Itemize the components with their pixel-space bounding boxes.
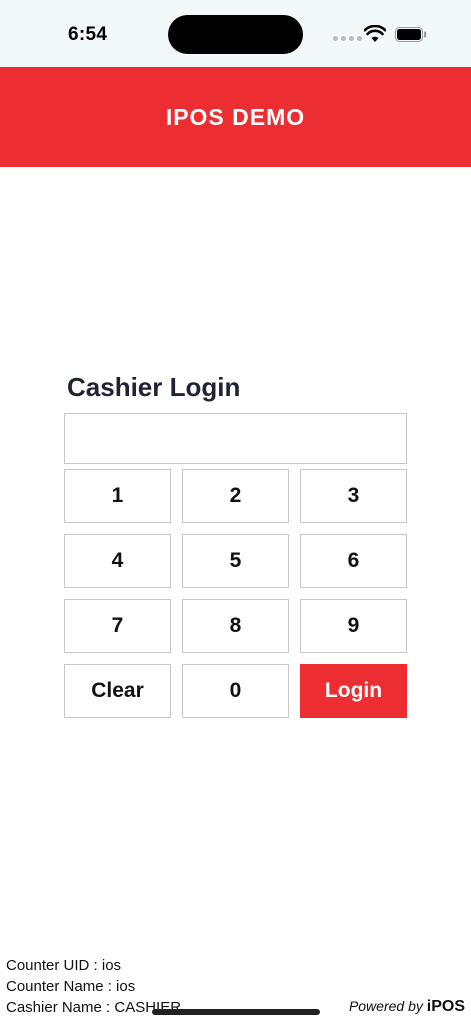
key-8[interactable]: 8 bbox=[182, 599, 289, 653]
counter-uid: Counter UID : ios bbox=[6, 957, 122, 974]
key-5[interactable]: 5 bbox=[182, 534, 289, 588]
cellular-signal-icon bbox=[333, 36, 362, 41]
home-indicator[interactable] bbox=[152, 1009, 320, 1015]
wifi-icon bbox=[364, 25, 386, 42]
battery-icon bbox=[395, 27, 427, 42]
powered-by: Powered by iPOS bbox=[349, 998, 465, 1016]
keypad: 1 2 3 4 5 6 7 8 9 Clear 0 Login bbox=[64, 469, 407, 718]
app-title: IPOS DEMO bbox=[165, 103, 306, 130]
dynamic-island bbox=[168, 15, 303, 54]
cashier-login-title: Cashier Login bbox=[67, 372, 241, 402]
login-button[interactable]: Login bbox=[300, 664, 407, 718]
pin-input[interactable] bbox=[64, 413, 407, 464]
app-header: IPOS DEMO bbox=[0, 67, 471, 167]
key-6[interactable]: 6 bbox=[300, 534, 407, 588]
key-2[interactable]: 2 bbox=[182, 469, 289, 523]
key-9[interactable]: 9 bbox=[300, 599, 407, 653]
key-4[interactable]: 4 bbox=[64, 534, 171, 588]
counter-name: Counter Name : ios bbox=[6, 978, 136, 995]
key-7[interactable]: 7 bbox=[64, 599, 171, 653]
status-time: 6:54 bbox=[68, 24, 108, 45]
powered-by-brand: iPOS bbox=[426, 998, 465, 1015]
powered-by-prefix: Powered by bbox=[348, 998, 423, 1014]
clear-button[interactable]: Clear bbox=[64, 664, 171, 718]
key-3[interactable]: 3 bbox=[300, 469, 407, 523]
key-0[interactable]: 0 bbox=[182, 664, 289, 718]
key-1[interactable]: 1 bbox=[64, 469, 171, 523]
status-bar: 6:54 bbox=[0, 0, 471, 67]
